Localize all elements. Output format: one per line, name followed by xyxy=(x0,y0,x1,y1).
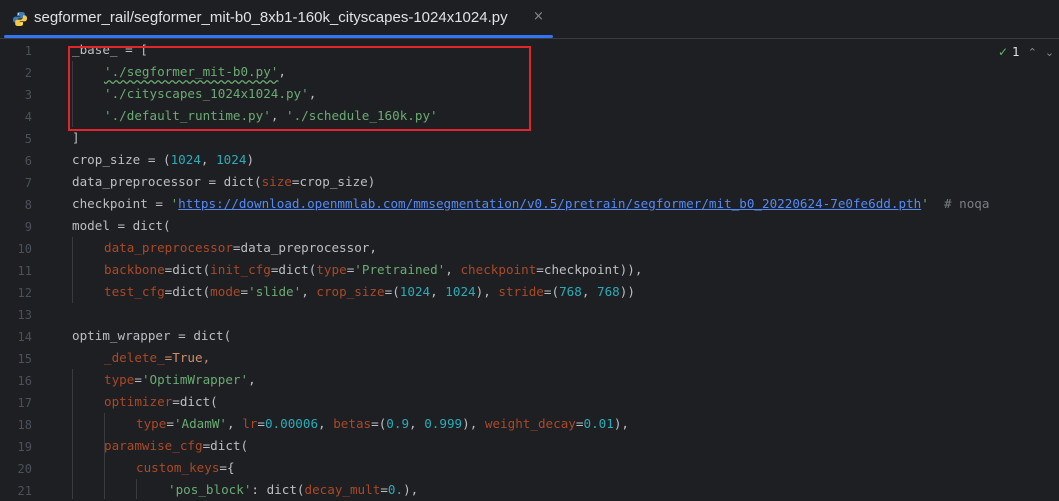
indent-guide xyxy=(72,369,73,499)
file-tab[interactable]: segformer_rail/segformer_mit-b0_8xb1-160… xyxy=(0,0,553,38)
line-number: 17 xyxy=(17,396,32,410)
code-line: optim_wrapper = dict( xyxy=(72,328,232,343)
checkpoint-url-link[interactable]: https://download.openmmlab.com/mmsegment… xyxy=(178,196,921,211)
code-line: checkpoint = 'https://download.openmmlab… xyxy=(72,196,990,211)
code-line: optimizer=dict( xyxy=(104,394,218,409)
line-number: 1 xyxy=(24,44,32,58)
line-number: 15 xyxy=(17,352,32,366)
code-editor[interactable]: 1 2 3 4 5 6 7 8 9 10 11 12 13 14 15 16 1… xyxy=(0,39,1059,499)
code-line: custom_keys={ xyxy=(136,460,235,475)
line-number: 13 xyxy=(17,308,32,322)
line-number: 11 xyxy=(17,264,32,278)
line-number: 16 xyxy=(17,374,32,388)
line-number: 19 xyxy=(17,440,32,454)
line-number: 8 xyxy=(24,198,32,212)
tab-title: segformer_rail/segformer_mit-b0_8xb1-160… xyxy=(34,9,508,26)
red-highlight-box xyxy=(68,46,531,131)
line-number: 4 xyxy=(24,110,32,124)
active-tab-indicator xyxy=(4,35,553,38)
indent-guide xyxy=(136,479,137,499)
code-line: type='AdamW', lr=0.00006, betas=(0.9, 0.… xyxy=(136,416,629,431)
editor-tab-bar: segformer_rail/segformer_mit-b0_8xb1-160… xyxy=(0,0,1059,39)
code-line: backbone=dict(init_cfg=dict(type='Pretra… xyxy=(104,262,643,277)
code-line: test_cfg=dict(mode='slide', crop_size=(1… xyxy=(104,284,635,299)
line-number: 12 xyxy=(17,286,32,300)
code-line: paramwise_cfg=dict( xyxy=(104,438,249,453)
line-number: 20 xyxy=(17,462,32,476)
python-file-icon xyxy=(13,12,27,26)
line-number: 9 xyxy=(24,220,32,234)
code-line: type='OptimWrapper', xyxy=(104,372,256,387)
line-number: 18 xyxy=(17,418,32,432)
code-line: _delete_=True, xyxy=(104,350,211,365)
code-line: model = dict( xyxy=(72,218,171,233)
chevron-up-icon[interactable]: ⌃ xyxy=(1028,46,1037,59)
close-icon[interactable]: × xyxy=(533,9,544,24)
line-number-gutter: 1 2 3 4 5 6 7 8 9 10 11 12 13 14 15 16 1… xyxy=(0,39,56,499)
line-number: 5 xyxy=(24,132,32,146)
line-number: 6 xyxy=(24,154,32,168)
line-number: 10 xyxy=(17,242,32,256)
code-line: data_preprocessor = dict(size=crop_size) xyxy=(72,174,376,189)
line-number: 21 xyxy=(17,484,32,498)
line-number: 14 xyxy=(17,330,32,344)
vertical-scrollbar[interactable] xyxy=(1045,39,1059,499)
line-number: 7 xyxy=(24,176,32,190)
code-line: data_preprocessor=data_preprocessor, xyxy=(104,240,377,255)
code-line: 'pos_block': dict(decay_mult=0.), xyxy=(168,482,419,497)
line-number: 2 xyxy=(24,66,32,80)
check-icon: ✓ xyxy=(998,45,1009,59)
indent-guide xyxy=(72,237,73,303)
code-line: crop_size = (1024, 1024) xyxy=(72,152,255,167)
inspection-count: 1 xyxy=(1012,45,1020,59)
line-number: 3 xyxy=(24,88,32,102)
